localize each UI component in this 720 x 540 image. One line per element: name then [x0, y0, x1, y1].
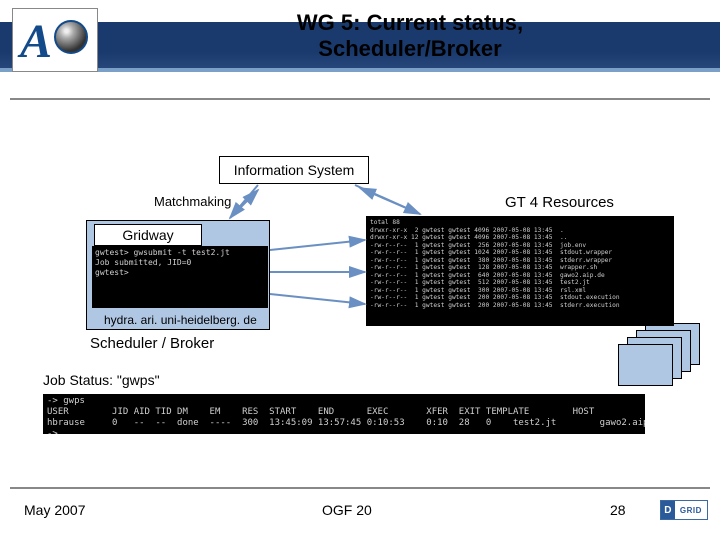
footer-date: May 2007 [24, 502, 85, 518]
logo-letter: A [20, 14, 52, 69]
slide-logo: A [12, 8, 98, 72]
dgrid-logo-grid: GRID [675, 506, 707, 515]
job-status-label: Job Status: "gwps" [43, 372, 160, 388]
divider-top [10, 98, 710, 100]
resource-box [618, 344, 673, 386]
terminal-submit: gwtest> gwsubmit -t test2.jt Job submitt… [92, 246, 268, 308]
dgrid-logo-d: D [661, 505, 675, 516]
hydra-hostname: hydra. ari. uni-heidelberg. de [104, 313, 257, 327]
page-number: 28 [610, 502, 626, 518]
divider-bottom [10, 487, 710, 489]
terminal-gwps: -> gwps USER JID AID TID DM EM RES START… [43, 394, 645, 434]
globe-icon [54, 20, 88, 54]
dgrid-logo: D GRID [660, 500, 708, 520]
gridway-box: Gridway [94, 224, 202, 246]
slide-title: WG 5: Current status, Scheduler/Broker [120, 10, 700, 62]
matchmaking-label: Matchmaking [154, 194, 231, 209]
terminal-listing: total 88 drwxr-xr-x 2 gwtest gwtest 4096… [366, 216, 674, 326]
footer-event: OGF 20 [322, 502, 372, 518]
header-strip [0, 68, 720, 72]
info-system-box: Information System [219, 156, 369, 184]
scheduler-broker-label: Scheduler / Broker [90, 335, 214, 352]
gt4-label: GT 4 Resources [505, 194, 614, 211]
